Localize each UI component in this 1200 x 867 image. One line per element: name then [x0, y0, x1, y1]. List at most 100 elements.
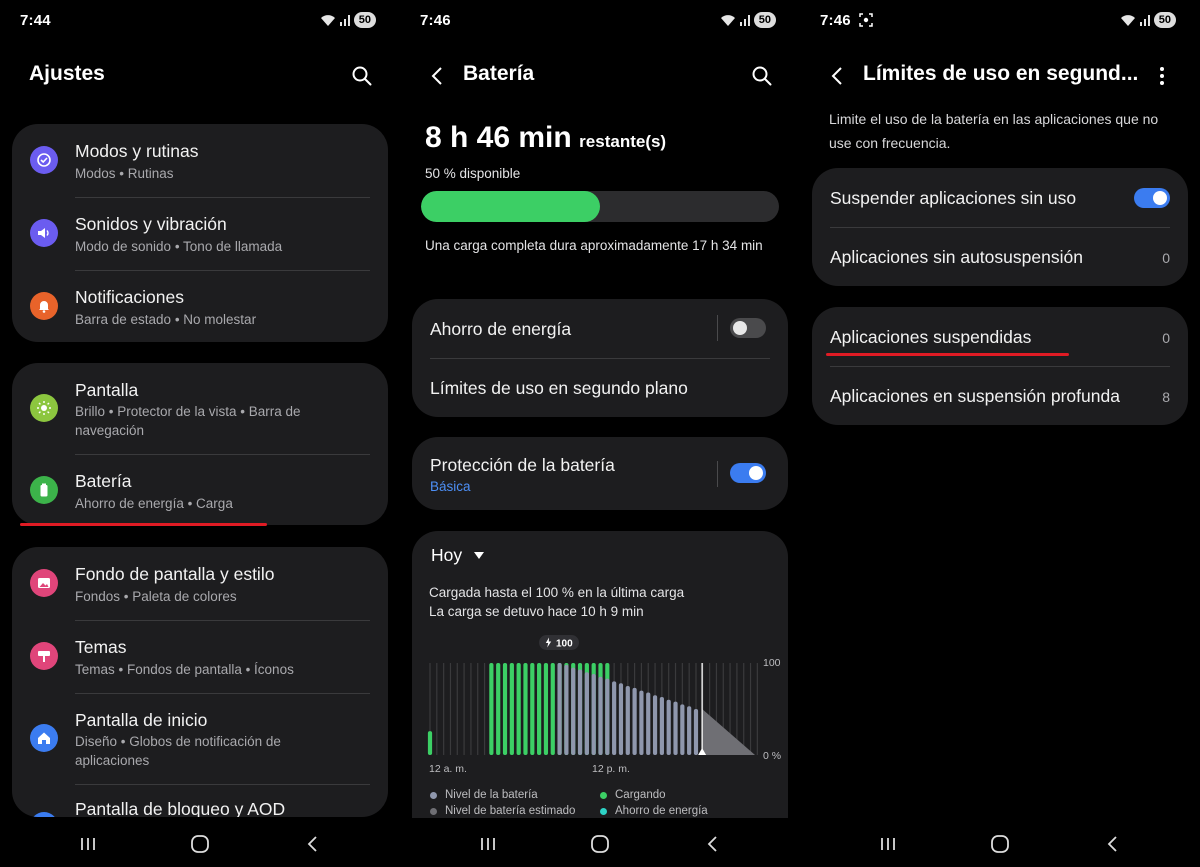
battery-level-badge: 50: [353, 12, 376, 28]
power-saving-toggle[interactable]: [730, 318, 766, 338]
settings-item-subtitle: Ahorro de energía • Carga: [75, 496, 233, 511]
period-dropdown-value: Hoy: [431, 545, 463, 565]
divider: [717, 315, 718, 341]
status-time: 7:46: [820, 12, 873, 29]
speaker-icon: [30, 219, 58, 247]
chart-bars: [427, 663, 699, 755]
deep-sleeping-apps-item[interactable]: Aplicaciones en suspensión profunda: [830, 386, 1120, 407]
sleeping-apps-count: 0: [1162, 330, 1170, 346]
power-saving-label[interactable]: Ahorro de energía: [430, 319, 571, 340]
dropdown-triangle-icon: [474, 551, 485, 559]
x-tick-label-start: 12 a. m.: [429, 763, 467, 775]
back-arrow-button[interactable]: [425, 64, 449, 88]
chart-bar: [687, 706, 692, 755]
chart-bar: [502, 663, 508, 755]
legend-dot: [430, 791, 437, 799]
navigation-bar: [0, 820, 400, 867]
period-dropdown[interactable]: Hoy: [431, 545, 485, 566]
settings-group-3: Fondo de pantalla y estilo Fondos • Pale…: [12, 547, 388, 817]
image-icon: [30, 569, 58, 597]
legend-dot: [600, 807, 607, 815]
screenshot-icon: [859, 13, 873, 27]
chart-bar: [625, 686, 630, 755]
settings-item-subtitle: Diseño • Globos de notificación de aplic…: [75, 734, 281, 768]
back-button[interactable]: [300, 832, 324, 856]
home-button[interactable]: [988, 832, 1012, 856]
settings-screen: 7:44 50 Ajustes Modos y rutinas Modos • …: [0, 0, 400, 867]
legend-label: Ahorro de energía: [615, 805, 708, 817]
legend-item: Cargando: [600, 789, 666, 801]
legend-label: Nivel de batería estimado: [445, 805, 576, 817]
page-title: Ajustes: [29, 62, 105, 85]
chart-bar: [427, 731, 433, 755]
settings-item-display[interactable]: Pantalla Brillo • Protector de la vista …: [12, 363, 388, 453]
settings-item-lock-screen[interactable]: Pantalla de bloqueo y AOD: [12, 784, 388, 817]
settings-item-modes[interactable]: Modos y rutinas Modos • Rutinas: [12, 124, 388, 196]
home-button[interactable]: [188, 832, 212, 856]
settings-item-subtitle: Temas • Fondos de pantalla • Íconos: [75, 662, 294, 677]
divider: [717, 461, 718, 487]
charge-info-line1: Cargada hasta el 100 % en la última carg…: [429, 585, 685, 600]
settings-item-wallpaper[interactable]: Fondo de pantalla y estilo Fondos • Pale…: [12, 547, 388, 619]
back-arrow-button[interactable]: [825, 64, 849, 88]
status-bar: 7:44 50: [0, 0, 400, 40]
page-description: Limite el uso de la batería en las aplic…: [829, 111, 1159, 151]
battery-protection-toggle[interactable]: [730, 463, 766, 483]
home-circle-icon: [591, 835, 609, 853]
more-options-button[interactable]: [1150, 64, 1174, 88]
sleeping-apps-card: Aplicaciones suspendidas 0 Aplicaciones …: [812, 307, 1188, 425]
recents-button[interactable]: [76, 832, 100, 856]
settings-item-subtitle: Brillo • Protector de la vista • Barra d…: [75, 404, 301, 438]
navigation-bar: [800, 820, 1200, 867]
x-tick-label-mid: 12 p. m.: [592, 763, 630, 775]
status-time: 7:46: [420, 12, 451, 29]
signal-icon: [339, 15, 350, 26]
divider: [830, 227, 1170, 228]
wifi-icon: [320, 14, 335, 26]
settings-item-battery[interactable]: Batería Ahorro de energía • Carga: [12, 454, 388, 525]
background-limits-item[interactable]: Límites de uso en segundo plano: [430, 378, 688, 399]
chart-bar: [584, 672, 589, 755]
chart-bar: [564, 664, 569, 755]
home-button[interactable]: [588, 832, 612, 856]
back-button[interactable]: [700, 832, 724, 856]
settings-item-themes[interactable]: Temas Temas • Fondos de pantalla • Ícono…: [12, 620, 388, 692]
battery-level-fill: [421, 191, 600, 222]
chart-bar: [659, 697, 664, 755]
recents-button[interactable]: [876, 832, 900, 856]
sleeping-apps-item[interactable]: Aplicaciones suspendidas: [830, 327, 1031, 348]
signal-icon: [739, 15, 750, 26]
settings-item-home-screen[interactable]: Pantalla de inicio Diseño • Globos de no…: [12, 693, 388, 783]
toggle-knob: [749, 466, 763, 480]
search-button[interactable]: [350, 64, 374, 88]
status-bar: 7:46 50: [400, 0, 800, 40]
search-button[interactable]: [750, 64, 774, 88]
back-button[interactable]: [1100, 832, 1124, 856]
chart-bar: [550, 663, 555, 755]
settings-item-title: Pantalla: [75, 380, 139, 400]
chart-bar: [618, 683, 624, 755]
chart-overlay: [698, 663, 755, 755]
search-icon: [352, 66, 372, 86]
settings-item-subtitle: Modos • Rutinas: [75, 166, 174, 181]
lock-icon: [30, 812, 58, 817]
sleep-settings-card: Suspender aplicaciones sin uso Aplicacio…: [812, 168, 1188, 286]
legend-dot: [600, 791, 607, 799]
background-limits-screen: 7:46 50 Límites de uso en segund... Limi…: [800, 0, 1200, 867]
back-arrow-icon: [431, 67, 442, 85]
y-tick-label-min: 0 %: [763, 750, 781, 762]
settings-item-title: Pantalla de bloqueo y AOD: [75, 799, 286, 817]
y-tick-label-max: 100: [763, 657, 781, 669]
sleep-unused-apps-label[interactable]: Suspender aplicaciones sin uso: [830, 188, 1076, 209]
chart-bar: [666, 699, 671, 755]
recents-button[interactable]: [476, 832, 500, 856]
battery-protection-card[interactable]: Protección de la batería Básica: [412, 437, 788, 510]
legend-label: Cargando: [615, 789, 666, 801]
battery-level-bar: [421, 191, 779, 222]
chart-bar: [632, 687, 637, 755]
never-sleeping-apps-item[interactable]: Aplicaciones sin autosuspensión: [830, 247, 1083, 268]
settings-item-notifications[interactable]: Notificaciones Barra de estado • No mole…: [12, 270, 388, 342]
navigation-bar: [400, 820, 800, 867]
settings-item-sounds[interactable]: Sonidos y vibración Modo de sonido • Ton…: [12, 197, 388, 269]
sleep-unused-apps-toggle[interactable]: [1134, 188, 1170, 208]
